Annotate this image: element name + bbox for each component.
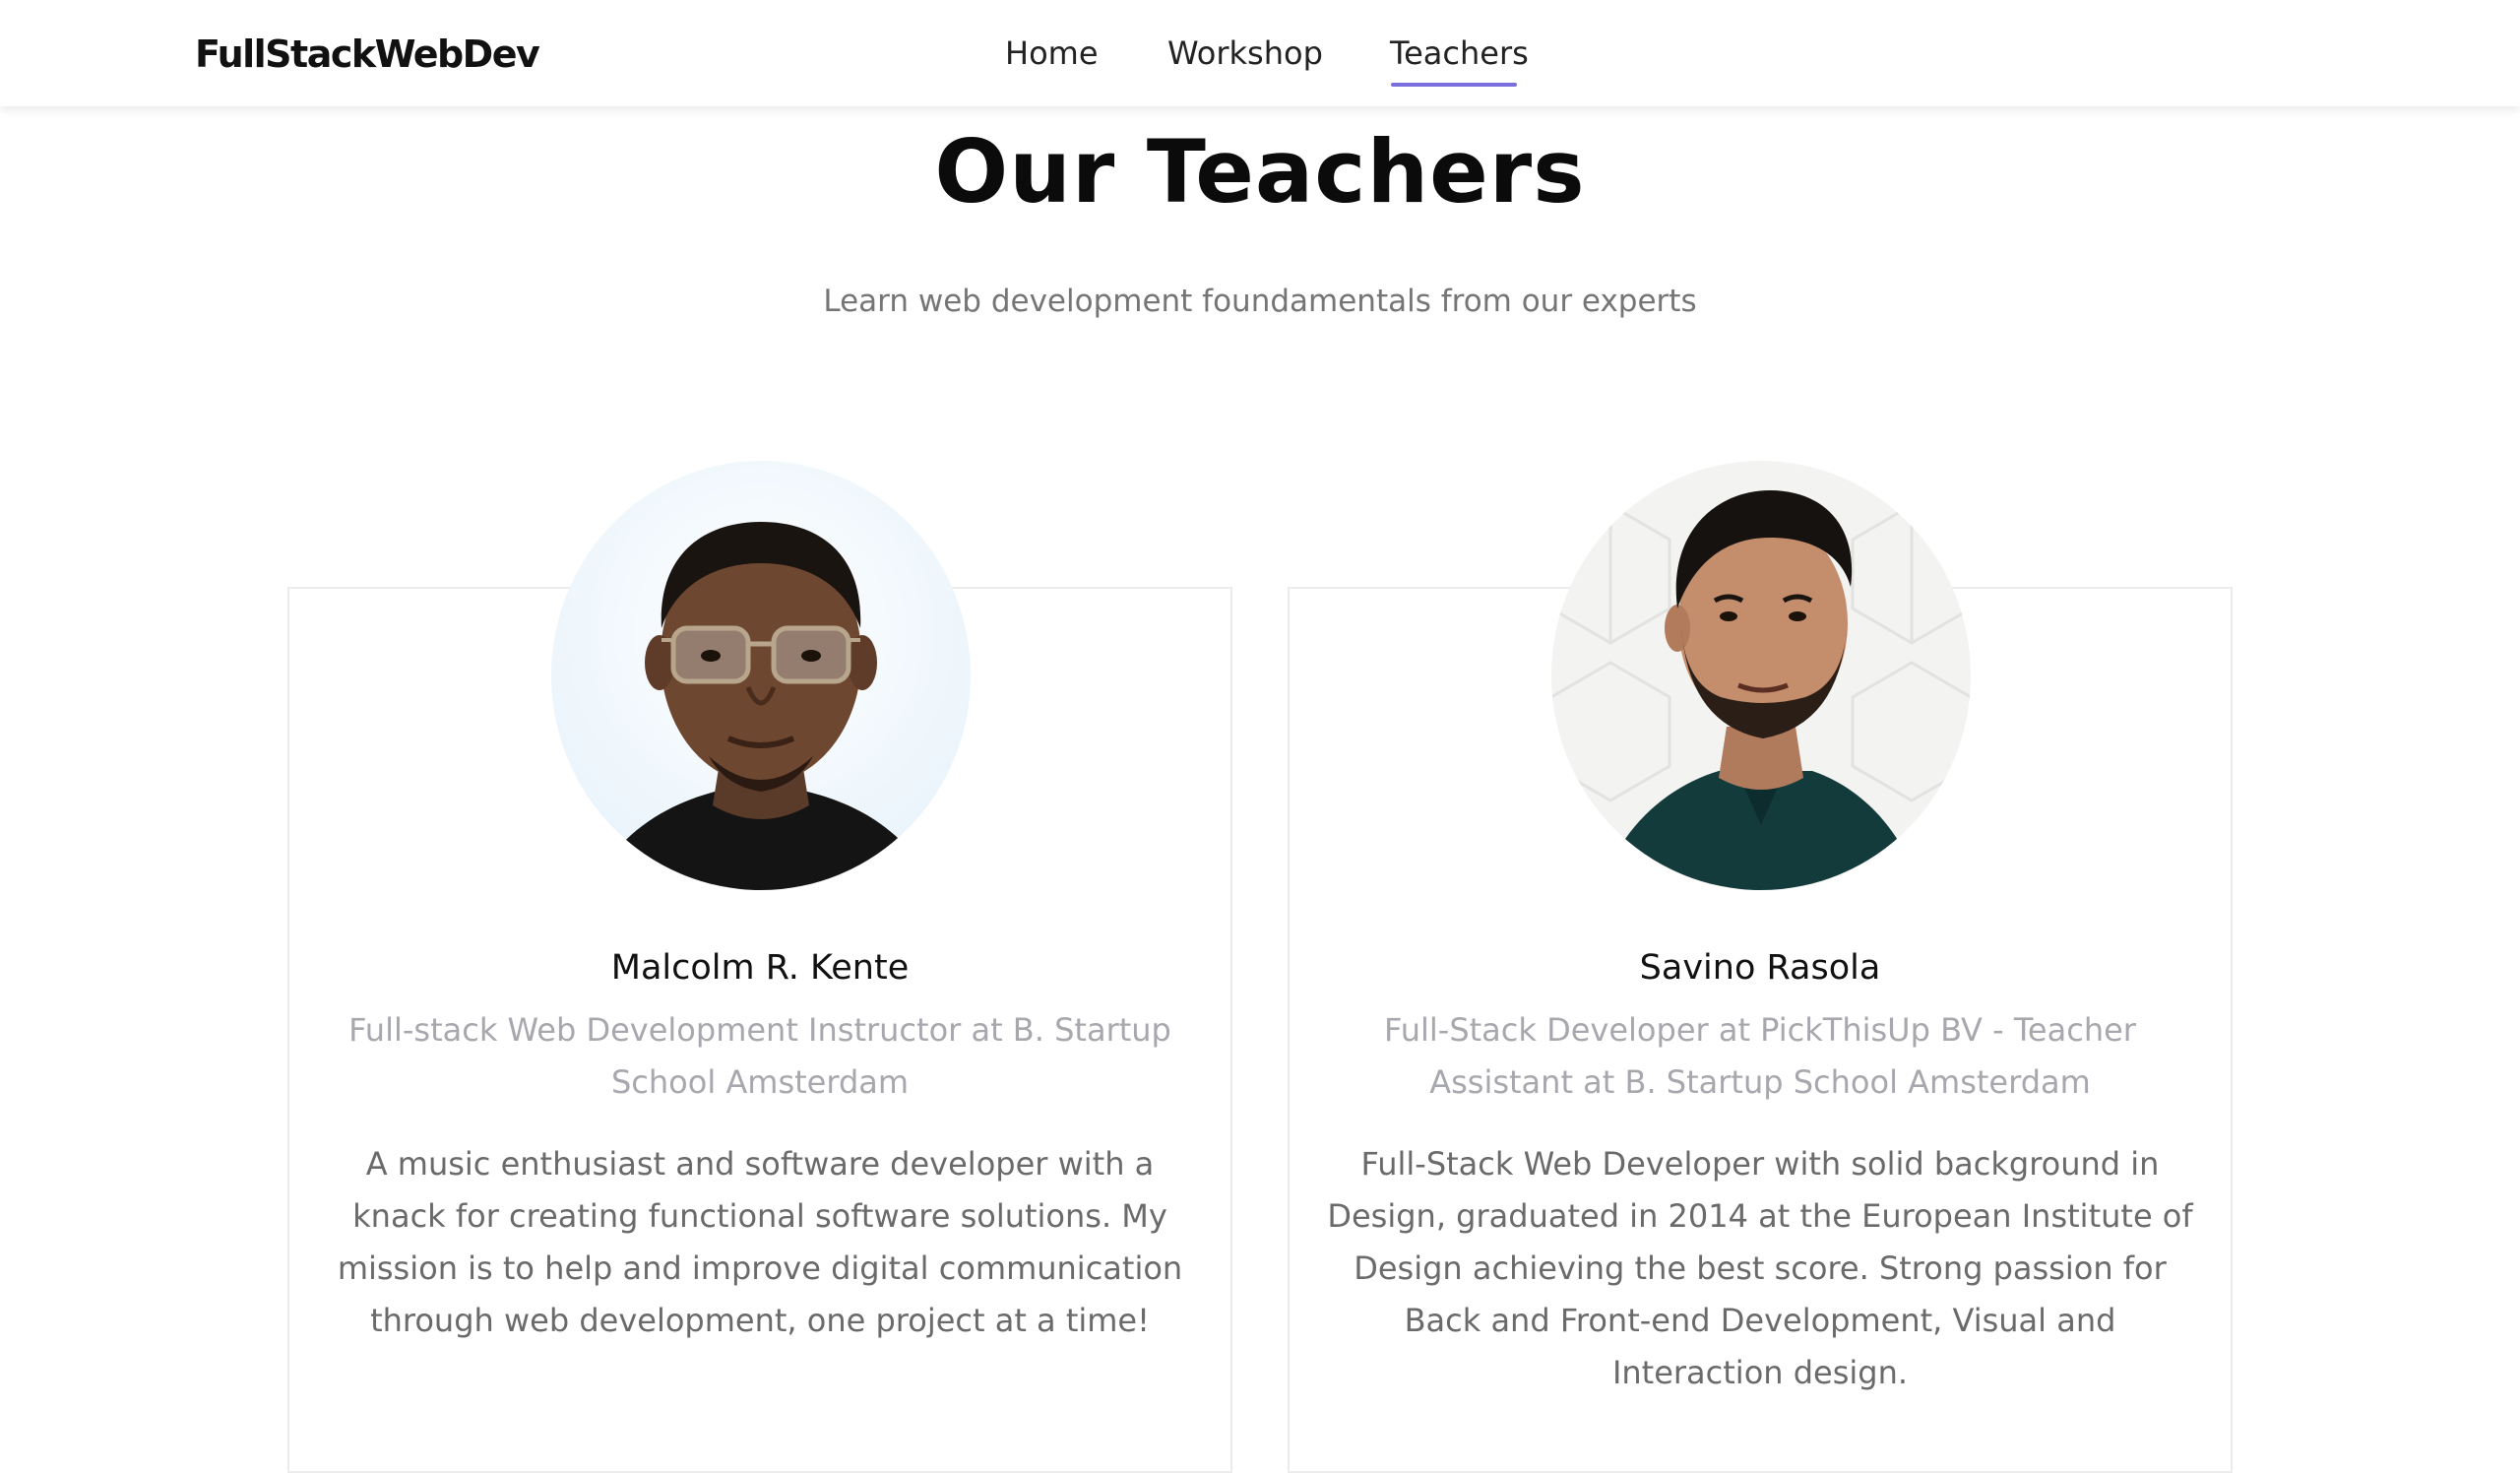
nav-link-workshop[interactable]: Workshop <box>1167 30 1323 77</box>
teacher-role: Full-Stack Developer at PickThisUp BV - … <box>1384 1011 2136 1101</box>
teacher-bio: A music enthusiast and software develope… <box>337 1145 1183 1339</box>
nav-link-teachers[interactable]: Teachers <box>1390 30 1529 77</box>
portrait-photo-icon <box>551 461 971 890</box>
teacher-bio: Full-Stack Web Developer with solid back… <box>1327 1145 2193 1391</box>
teacher-role: Full-stack Web Development Instructor at… <box>348 1011 1171 1101</box>
teacher-name: Malcolm R. Kente <box>610 948 910 988</box>
page-subtitle: Learn web development foundamentals from… <box>823 284 1697 319</box>
teacher-avatar-malcolm <box>551 461 971 890</box>
teacher-name: Savino Rasola <box>1639 948 1881 988</box>
nav-link-home[interactable]: Home <box>1005 30 1099 77</box>
main-nav: Home Workshop Teachers <box>984 30 1536 89</box>
brand-logo[interactable]: FullStackWebDev <box>195 30 540 79</box>
page-title: Our Teachers <box>934 121 1586 223</box>
portrait-photo-icon <box>1551 461 1971 890</box>
top-navigation-bar: FullStackWebDev Home Workshop Teachers <box>0 0 2520 106</box>
teacher-avatar-savino <box>1551 461 1971 890</box>
active-nav-indicator <box>1391 83 1517 87</box>
